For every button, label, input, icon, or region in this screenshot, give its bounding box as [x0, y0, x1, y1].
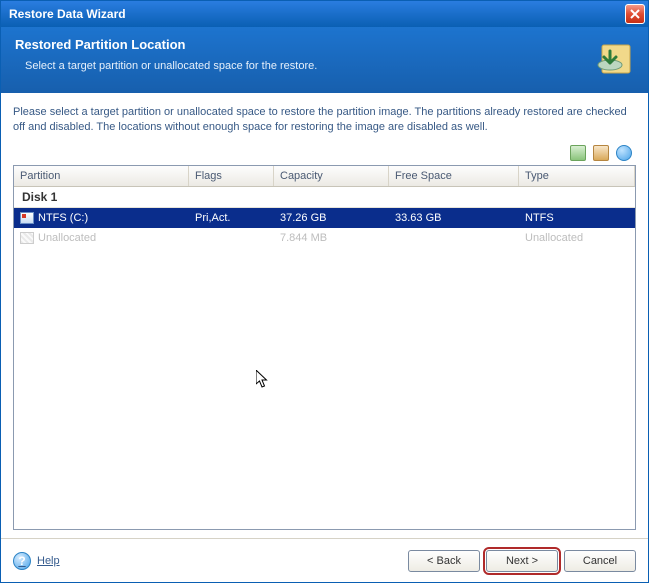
back-button[interactable]: < Back: [408, 550, 480, 572]
cell-free: [389, 236, 519, 240]
help-label: Help: [37, 555, 60, 567]
cell-capacity: 7.844 MB: [274, 230, 389, 246]
instructions-text: Please select a target partition or unal…: [13, 105, 636, 135]
cell-partition: NTFS (C:): [38, 212, 88, 224]
grid-body: NTFS (C:) Pri,Act. 37.26 GB 33.63 GB NTF…: [14, 208, 635, 529]
disk-group-row[interactable]: Disk 1: [14, 187, 635, 208]
grid-toolbar: [13, 143, 636, 165]
partition-row-ntfs[interactable]: NTFS (C:) Pri,Act. 37.26 GB 33.63 GB NTF…: [14, 208, 635, 228]
cell-partition: Unallocated: [38, 232, 96, 244]
restore-disk-icon: [592, 37, 636, 81]
view-options-icon[interactable]: [593, 145, 609, 161]
col-header-free[interactable]: Free Space: [389, 166, 519, 186]
cell-type: NTFS: [519, 210, 635, 226]
header-panel: Restored Partition Location Select a tar…: [1, 27, 648, 93]
wizard-window: Restore Data Wizard Restored Partition L…: [0, 0, 649, 583]
titlebar: Restore Data Wizard: [1, 1, 648, 27]
col-header-type[interactable]: Type: [519, 166, 635, 186]
info-icon[interactable]: [616, 145, 632, 161]
close-button[interactable]: [625, 4, 645, 24]
cancel-button[interactable]: Cancel: [564, 550, 636, 572]
disk-group-label: Disk 1: [22, 190, 57, 204]
col-header-partition[interactable]: Partition: [14, 166, 189, 186]
page-title: Restored Partition Location: [15, 37, 634, 52]
next-button[interactable]: Next >: [486, 550, 558, 572]
page-subtitle: Select a target partition or unallocated…: [25, 60, 634, 72]
cell-type: Unallocated: [519, 230, 635, 246]
cell-capacity: 37.26 GB: [274, 210, 389, 226]
help-link[interactable]: ? Help: [13, 552, 60, 570]
partition-row-unallocated: Unallocated 7.844 MB Unallocated: [14, 228, 635, 248]
col-header-flags[interactable]: Flags: [189, 166, 274, 186]
content-area: Please select a target partition or unal…: [1, 93, 648, 538]
columns-icon[interactable]: [570, 145, 586, 161]
grid-header: Partition Flags Capacity Free Space Type: [14, 166, 635, 187]
unallocated-icon: [20, 232, 34, 244]
drive-icon: [20, 212, 34, 224]
col-header-capacity[interactable]: Capacity: [274, 166, 389, 186]
footer: ? Help < Back Next > Cancel: [1, 538, 648, 582]
cell-free: 33.63 GB: [389, 210, 519, 226]
partition-grid: Partition Flags Capacity Free Space Type…: [13, 165, 636, 530]
window-title: Restore Data Wizard: [9, 7, 126, 21]
cell-flags: Pri,Act.: [189, 210, 274, 226]
close-icon: [630, 9, 640, 19]
help-icon: ?: [13, 552, 31, 570]
cell-flags: [189, 236, 274, 240]
